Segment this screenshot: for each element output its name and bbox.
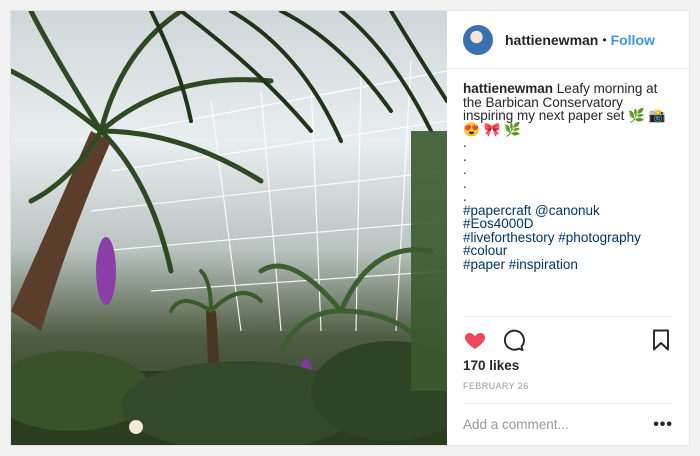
comment-input[interactable] [463,417,654,432]
caption-dot: . [463,189,467,204]
follow-button[interactable]: Follow [611,32,655,48]
comment-bar: ••• [463,403,673,445]
caption-dot: . [463,175,467,191]
hashtag-line[interactable]: #papercraft @canonuk #Eos4000D [463,203,673,231]
heart-icon[interactable] [463,328,487,352]
action-bar [463,316,673,354]
caption-dot: . [463,135,467,150]
likes-count[interactable]: 170 likes [447,354,689,373]
conservatory-image [11,11,447,445]
caption: hattienewman Leafy morning at the Barbic… [447,69,689,316]
caption-dot: . [463,148,467,164]
more-options-icon[interactable]: ••• [653,416,673,434]
post-sidebar: hattienewman • Follow hattienewman Leafy… [447,11,689,445]
avatar[interactable] [463,24,493,55]
header-username[interactable]: hattienewman [505,32,598,48]
post-date[interactable]: FEBRUARY 26 [447,373,689,403]
post-photo[interactable] [11,11,447,445]
post-header: hattienewman • Follow [447,11,689,69]
bookmark-icon[interactable] [649,328,673,352]
caption-dot: . [463,162,467,177]
separator-dot: • [602,32,607,47]
hashtag-line[interactable]: #liveforthestory #photography #colour [463,230,673,258]
comment-icon[interactable] [501,328,525,352]
hashtag-line[interactable]: #paper #inspiration [463,257,673,272]
caption-text-line: hattienewman Leafy morning at the Barbic… [463,82,673,136]
post-card: hattienewman • Follow hattienewman Leafy… [10,10,690,446]
